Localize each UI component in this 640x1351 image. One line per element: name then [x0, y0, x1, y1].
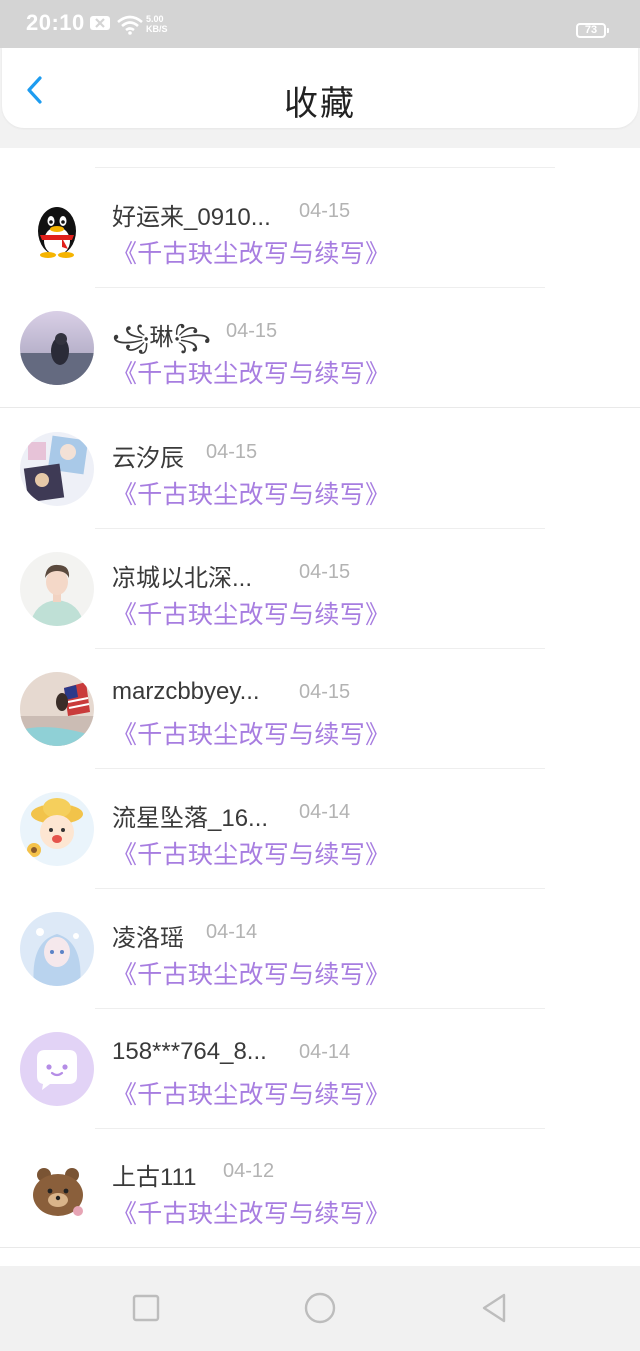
photo-seaside-girl-icon	[20, 311, 94, 385]
recent-apps-square-icon	[132, 1294, 160, 1322]
list-item[interactable]: 好运来_0910... 04-15 《千古玦尘改写与续写》	[0, 168, 640, 288]
user-name: 云汐辰	[112, 445, 184, 472]
user-name: 好运来_0910...	[112, 204, 271, 231]
favorite-date: 04-15	[299, 681, 351, 703]
user-name: 158***764_8...	[112, 1038, 267, 1065]
avatar[interactable]	[20, 552, 94, 626]
list-item[interactable]: 云汐辰 04-15 《千古玦尘改写与续写》	[0, 409, 640, 529]
system-back-button[interactable]	[476, 1290, 512, 1326]
work-title-link[interactable]: 《千古玦尘改写与续写》	[112, 234, 390, 270]
status-time: 20:10	[26, 10, 85, 35]
chat-bubble-icon	[20, 1032, 94, 1106]
list-item[interactable]: ꧁琳꧂ 04-15 《千古玦尘改写与续写》	[0, 288, 640, 408]
user-name: 上古111	[112, 1164, 197, 1191]
avatar[interactable]	[20, 432, 94, 506]
work-title-link[interactable]: 《千古玦尘改写与续写》	[112, 715, 390, 751]
row-divider	[0, 407, 640, 408]
avatar[interactable]	[20, 792, 94, 866]
work-title-link[interactable]: 《千古玦尘改写与续写》	[112, 1075, 390, 1111]
recent-apps-button[interactable]	[128, 1290, 164, 1326]
cartoon-boy-hat-icon	[20, 792, 94, 866]
cartoon-bear-icon	[20, 1151, 94, 1225]
list-item[interactable]: 流星坠落_16... 04-14 《千古玦尘改写与续写》	[0, 769, 640, 889]
user-name: 流星坠落_16...	[112, 805, 269, 832]
network-speed-unit: KB/S	[146, 24, 168, 34]
user-name: 凉城以北深...	[112, 565, 253, 592]
home-circle-icon	[304, 1292, 336, 1324]
anime-collage-icon	[20, 432, 94, 506]
favorite-date: 04-15	[299, 200, 351, 222]
network-speed-value: 5.00	[146, 14, 164, 24]
avatar[interactable]	[20, 311, 94, 385]
user-name: 凌洛瑶	[112, 925, 184, 952]
list-item[interactable]: 158***764_8... 04-14 《千古玦尘改写与续写》	[0, 1009, 640, 1129]
page-title: 收藏	[284, 85, 356, 123]
avatar[interactable]	[20, 1151, 94, 1225]
list-item[interactable]: 凌洛瑶 04-14 《千古玦尘改写与续写》	[0, 889, 640, 1009]
qq-penguin-icon	[20, 191, 94, 265]
work-title-link[interactable]: 《千古玦尘改写与续写》	[112, 354, 390, 390]
list-item[interactable]: marzcbbyey... 04-15 《千古玦尘改写与续写》	[0, 649, 640, 769]
favorite-date: 04-14	[299, 801, 351, 823]
battery-level: 73	[584, 24, 598, 36]
wifi-icon	[117, 15, 143, 35]
avatar[interactable]	[20, 672, 94, 746]
work-title-link[interactable]: 《千古玦尘改写与续写》	[112, 475, 390, 511]
work-title-link[interactable]: 《千古玦尘改写与续写》	[112, 955, 390, 991]
list-item[interactable]: 凉城以北深... 04-15 《千古玦尘改写与续写》	[0, 529, 640, 649]
favorite-date: 04-15	[299, 561, 351, 583]
work-title-link[interactable]: 《千古玦尘改写与续写》	[112, 1194, 390, 1230]
network-speed: 5.00 KB/S	[146, 14, 168, 34]
anime-blue-girl-icon	[20, 912, 94, 986]
work-title-link[interactable]: 《千古玦尘改写与续写》	[112, 835, 390, 871]
system-navigation-bar	[0, 1266, 640, 1351]
user-name: marzcbbyey...	[112, 678, 260, 705]
work-title-link[interactable]: 《千古玦尘改写与续写》	[112, 595, 390, 631]
battery-icon: 73	[576, 23, 609, 38]
row-divider	[0, 1247, 640, 1248]
avatar[interactable]	[20, 912, 94, 986]
favorite-date: 04-15	[206, 441, 258, 463]
favorite-date: 04-14	[206, 921, 258, 943]
favorite-date: 04-14	[299, 1041, 351, 1063]
photo-young-man-icon	[20, 552, 94, 626]
home-button[interactable]	[302, 1290, 338, 1326]
photo-beach-flag-icon	[20, 672, 94, 746]
favorite-date: 04-12	[223, 1160, 275, 1182]
status-bar: 20:10 5.00 KB/S 73	[0, 0, 640, 48]
app-header: 收藏	[2, 48, 638, 128]
notification-x-icon	[90, 16, 110, 30]
avatar[interactable]	[20, 191, 94, 265]
avatar[interactable]	[20, 1032, 94, 1106]
favorite-date: 04-15	[226, 320, 278, 342]
back-triangle-icon	[482, 1293, 506, 1323]
list-item[interactable]: 上古111 04-12 《千古玦尘改写与续写》	[0, 1128, 640, 1248]
